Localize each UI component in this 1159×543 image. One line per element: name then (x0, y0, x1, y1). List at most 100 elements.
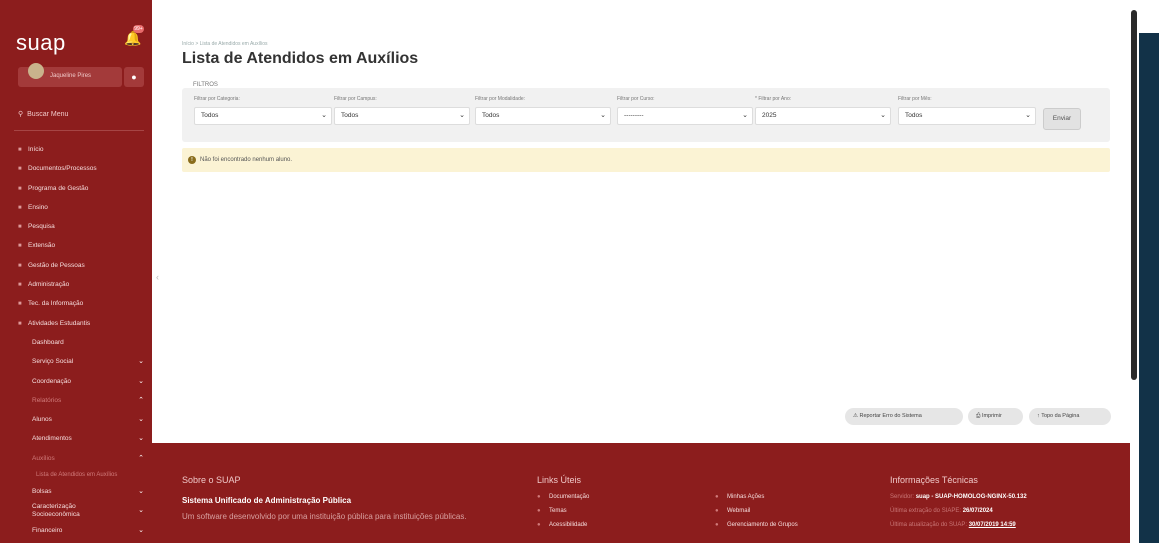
filter-modalidade: Filtrar por Modalidade: Todos ⌄ (475, 96, 611, 125)
filter-campus: Filtrar por Campus: Todos ⌄ (334, 96, 470, 125)
chevron-down-icon: ⌄ (459, 112, 465, 119)
sidebar-item-caracterizacao[interactable]: Caracterização Socioeconômica ⌄ (0, 501, 152, 520)
chevron-down-icon: ⌄ (600, 112, 606, 119)
filter-campus-label: Filtrar por Campus: (334, 96, 377, 102)
notification-bell-icon[interactable]: 🔔 99+ (124, 25, 144, 48)
sidebar-item-extensao[interactable]: ■ Extensão (0, 236, 152, 255)
about-title: Sobre o SUAP (182, 475, 241, 485)
chevron-down-icon: ⌄ (138, 358, 144, 366)
filter-curso-label: Filtrar por Curso: (617, 96, 655, 102)
sidebar-item-gestao-pessoas[interactable]: ■ Gestão de Pessoas (0, 256, 152, 275)
filter-categoria-select[interactable]: Todos ⌄ (194, 107, 332, 125)
info-icon: ! (188, 156, 196, 164)
chart-icon: ■ (18, 185, 22, 192)
sidebar-item-atividades-estudantis[interactable]: ■ Atividades Estudantis (0, 314, 152, 333)
alert-message: ! Não foi encontrado nenhum aluno. (182, 148, 1110, 172)
user-name: Jaqueline Pires (50, 73, 92, 79)
building-icon: ■ (18, 282, 22, 289)
sidebar-item-auxilios[interactable]: Auxílios ⌃ (0, 449, 152, 468)
sidebar-item-coordenacao[interactable]: Coordenação ⌄ (0, 372, 152, 391)
link-documentacao[interactable]: ● Documentação (537, 494, 589, 500)
menu-search-label: Buscar Menu (27, 111, 69, 118)
page-title: Lista de Atendidos em Auxílios (182, 50, 419, 67)
suap-update-info: Última atualização do SUAP: 30/07/2019 1… (890, 522, 1016, 528)
sidebar-item-servico-social[interactable]: Serviço Social ⌄ (0, 352, 152, 371)
sidebar-item-documentos[interactable]: ■ Documentos/Processos (0, 159, 152, 178)
link-acessibilidade[interactable]: ● Acessibilidade (537, 522, 587, 528)
globe-icon: ■ (18, 243, 22, 250)
bullet-icon: ● (715, 508, 719, 514)
report-error-button[interactable]: ⚠ Reportar Erro do Sistema (845, 408, 963, 425)
filter-ano-label: * Filtrar por Ano: (755, 96, 792, 102)
footer: Sobre o SUAP Sistema Unificado de Admini… (152, 443, 1130, 543)
filter-mes-label: Filtrar por Mês: (898, 96, 932, 102)
links-title: Links Úteis (537, 475, 582, 485)
chevron-down-icon: ⌄ (138, 416, 144, 424)
scrollbar[interactable] (1131, 10, 1137, 380)
bullet-icon: ● (537, 494, 541, 500)
filter-ano-select[interactable]: 2025 ⌄ (755, 107, 891, 125)
sidebar-item-administracao[interactable]: ■ Administração (0, 275, 152, 294)
sidebar-menu: ■ Início ■ Documentos/Processos ■ Programa … (0, 140, 152, 540)
sidebar-item-programa-gestao[interactable]: ■ Programa de Gestão (0, 179, 152, 198)
link-gerenciamento-grupos[interactable]: ● Gerenciamento de Grupos (715, 522, 798, 528)
sidebar-item-financeiro[interactable]: Financeiro ⌄ (0, 521, 152, 540)
siape-extraction-info: Última extração do SIAPE: 26/07/2024 (890, 508, 993, 514)
chevron-down-icon: ⌄ (138, 507, 144, 515)
breadcrumb: Início > Lista de Atendidos em Auxílios (182, 41, 268, 47)
filter-mes: Filtrar por Mês: Todos ⌄ (898, 96, 1036, 125)
chevron-down-icon: ⌄ (1025, 112, 1031, 119)
sidebar-item-relatorios[interactable]: Relatórios ⌃ (0, 391, 152, 410)
chevron-down-icon: ⌄ (138, 435, 144, 443)
about-name: Sistema Unificado de Administração Públi… (182, 496, 352, 505)
submit-button[interactable]: Enviar (1043, 108, 1081, 130)
chevron-down-icon: ⌄ (742, 112, 748, 119)
link-minhas-acoes[interactable]: ● Minhas Ações (715, 494, 764, 500)
user-icon[interactable]: ● (124, 67, 144, 87)
home-icon: ■ (18, 147, 22, 153)
filter-modalidade-select[interactable]: Todos ⌄ (475, 107, 611, 125)
flask-icon: ■ (18, 224, 22, 231)
sidebar-item-atendimentos[interactable]: Atendimentos ⌄ (0, 429, 152, 448)
chevron-down-icon: ⌄ (138, 488, 144, 496)
filter-categoria-label: Filtrar por Categoria: (194, 96, 240, 102)
filter-campus-select[interactable]: Todos ⌄ (334, 107, 470, 125)
divider (14, 130, 144, 131)
link-temas[interactable]: ● Temas (537, 508, 567, 514)
chevron-down-icon: ⌄ (138, 526, 144, 534)
bullet-icon: ● (715, 494, 719, 500)
search-icon: ⚲ (18, 111, 24, 118)
sidebar-item-bolsas[interactable]: Bolsas ⌄ (0, 482, 152, 501)
filter-curso-select[interactable]: --------- ⌄ (617, 107, 753, 125)
sidebar-item-alunos[interactable]: Alunos ⌄ (0, 410, 152, 429)
menu-search[interactable]: ⚲ Buscar Menu (18, 110, 68, 118)
monitor-icon: ■ (18, 301, 22, 308)
back-to-top-button[interactable]: ↑ Topo da Página (1029, 408, 1111, 425)
sidebar-item-lista-atendidos[interactable]: Lista de Atendidos em Auxílios (0, 468, 152, 482)
notification-badge: 99+ (133, 25, 144, 33)
chevron-up-icon: ⌃ (138, 454, 144, 462)
filter-bar: Filtrar por Categoria: Todos ⌄ Filtrar po… (182, 88, 1110, 142)
chevron-down-icon: ⌄ (321, 112, 327, 119)
sidebar-item-dashboard[interactable]: Dashboard (0, 333, 152, 352)
suap-logo[interactable]: suap (16, 30, 66, 56)
sidebar: suap 🔔 99+ Jaqueline Pires ● ⚲ Buscar Menu… (0, 0, 152, 543)
student-icon: ■ (18, 320, 22, 327)
about-description: Um software desenvolvido por uma institu… (182, 512, 467, 521)
sidebar-item-pesquisa[interactable]: ■ Pesquisa (0, 217, 152, 236)
chevron-up-icon: ⌃ (138, 396, 144, 404)
print-button[interactable]: ⎙ Imprimir (968, 408, 1023, 425)
bullet-icon: ● (537, 522, 541, 528)
link-webmail[interactable]: ● Webmail (715, 508, 750, 514)
book-icon: ■ (18, 204, 22, 211)
avatar (28, 63, 44, 79)
sidebar-item-ensino[interactable]: ■ Ensino (0, 198, 152, 217)
info-title: Informações Técnicas (890, 475, 978, 485)
filter-mes-select[interactable]: Todos ⌄ (898, 107, 1036, 125)
collapse-sidebar-icon[interactable]: ‹ (156, 272, 159, 282)
sidebar-item-inicio[interactable]: ■ Início (0, 140, 152, 159)
chevron-down-icon: ⌄ (138, 377, 144, 385)
sidebar-item-tec-informacao[interactable]: ■ Tec. da Informação (0, 294, 152, 313)
filter-categoria: Filtrar por Categoria: Todos ⌄ (194, 96, 332, 125)
filter-modalidade-label: Filtrar por Modalidade: (475, 96, 526, 102)
